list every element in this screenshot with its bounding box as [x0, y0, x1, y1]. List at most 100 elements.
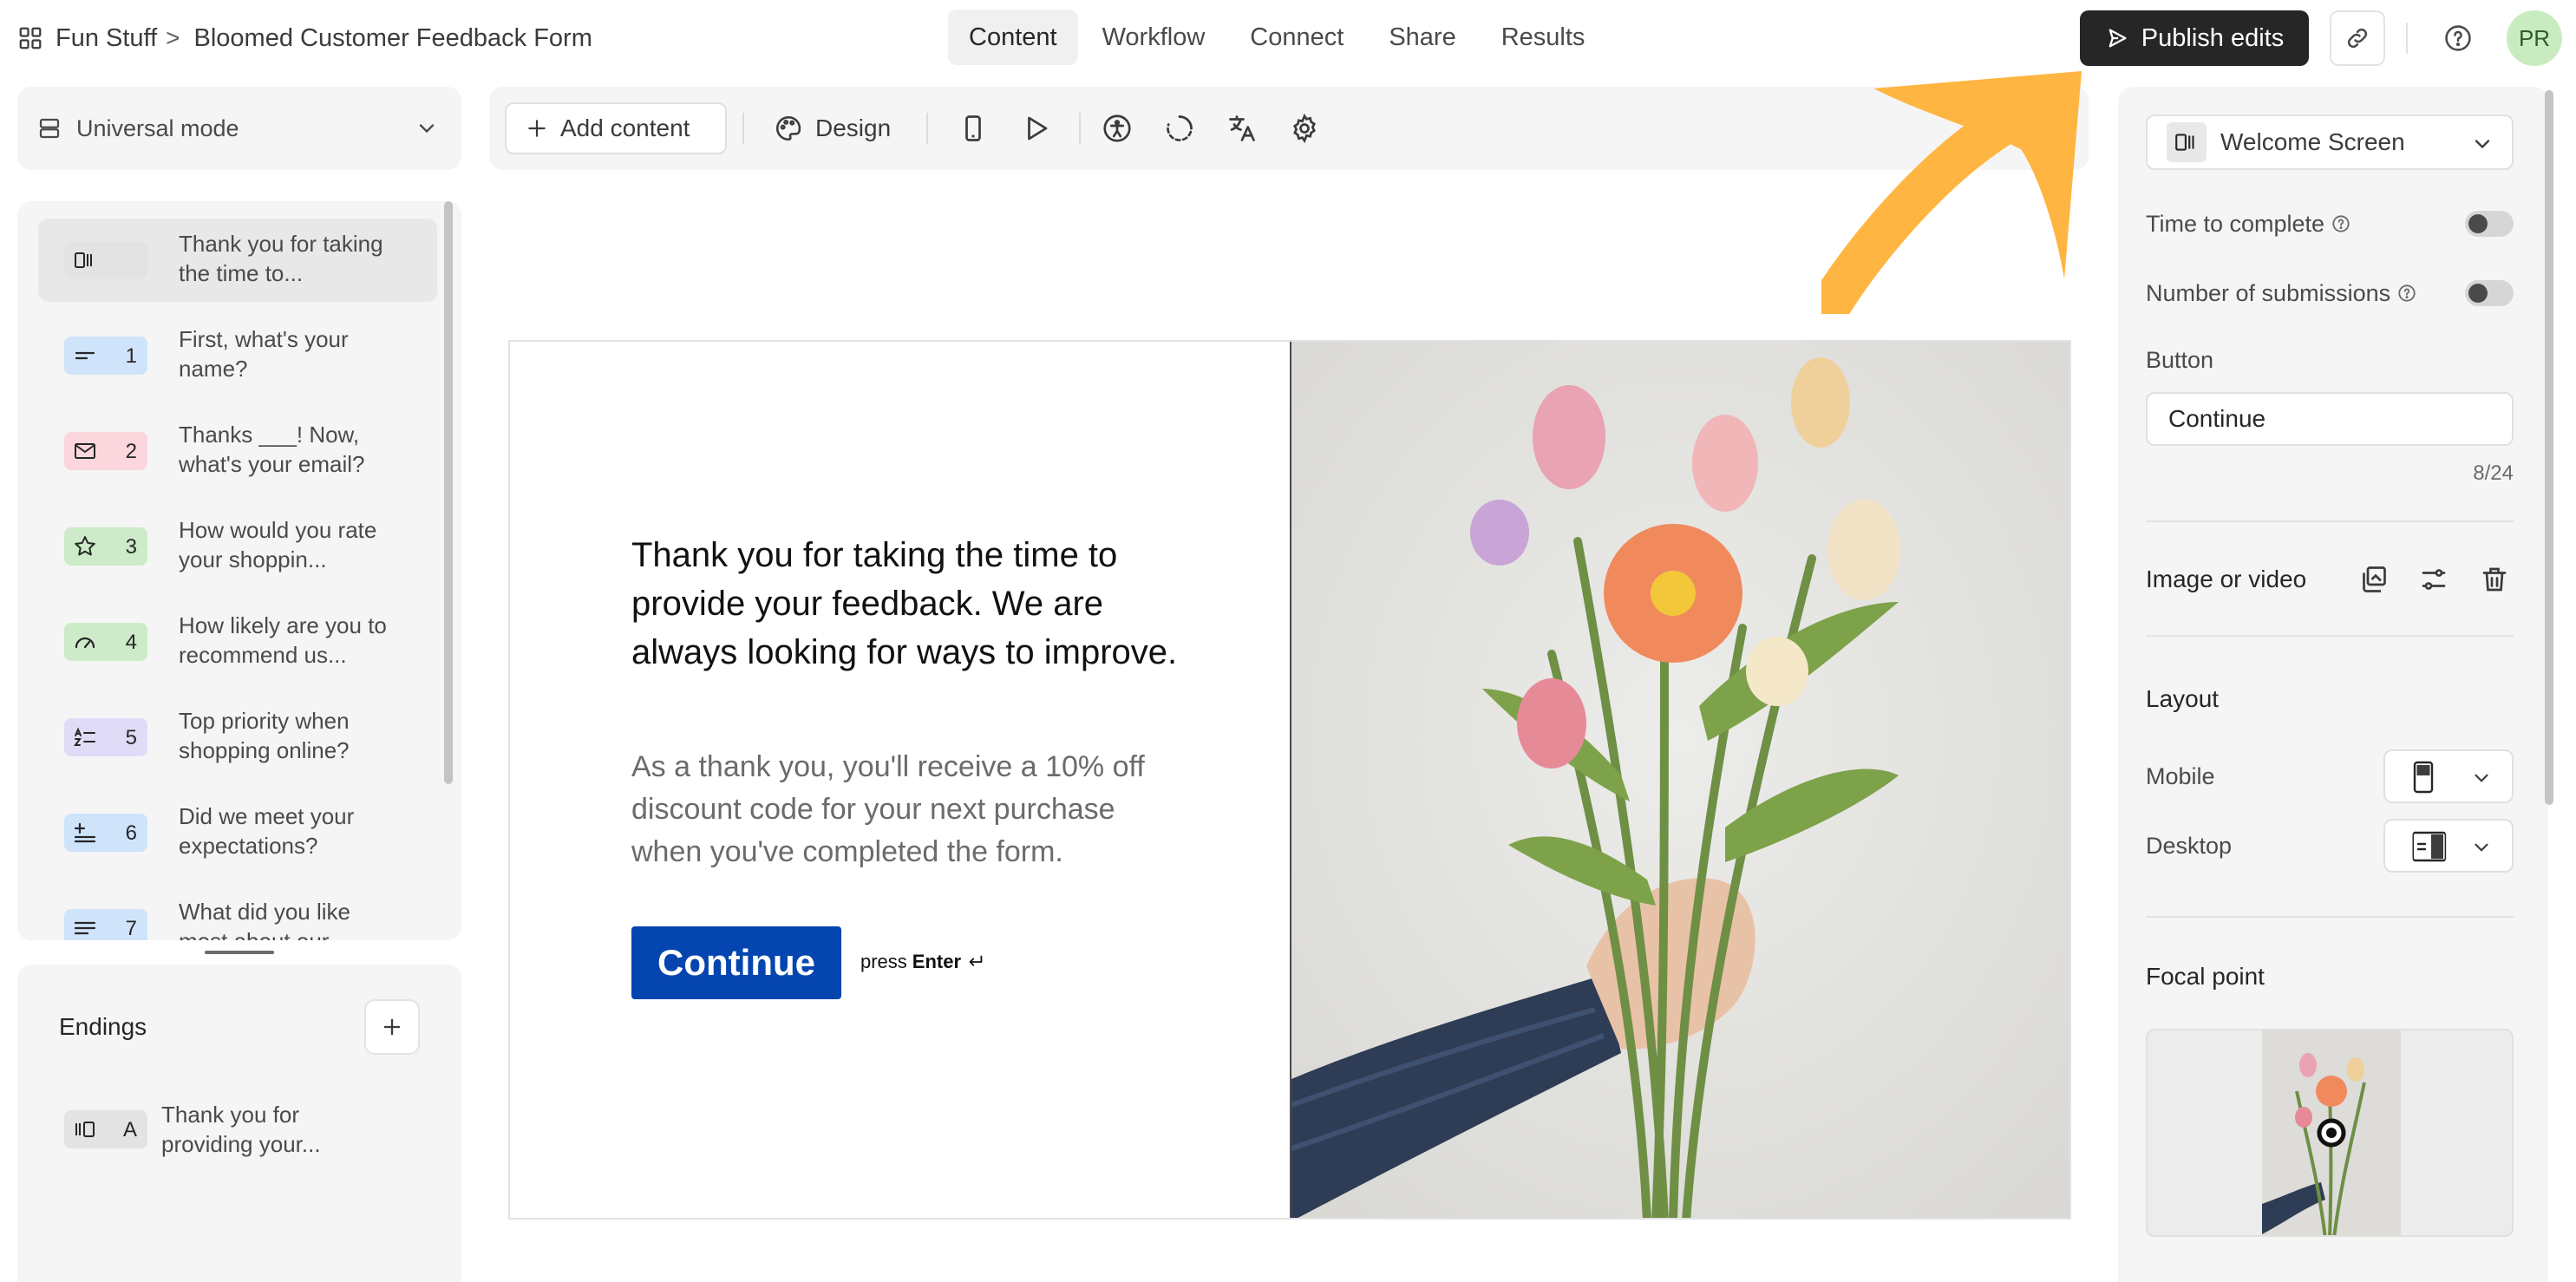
question-text[interactable]: Top priority when shopping online? — [179, 706, 404, 765]
welcome-headline[interactable]: Thank you for taking the time to provide… — [631, 531, 1187, 677]
toolbar-divider — [926, 113, 928, 144]
char-count: 8/24 — [2473, 461, 2514, 485]
mobile-layout-select[interactable] — [2383, 749, 2514, 803]
question-badge: 7 — [64, 909, 147, 940]
help-circle-icon[interactable] — [2439, 19, 2477, 57]
translate-icon[interactable] — [1226, 113, 1258, 144]
question-text[interactable]: First, what's your name? — [179, 324, 404, 383]
form-title[interactable]: Bloomed Customer Feedback Form — [194, 24, 592, 53]
toolbar-divider — [1079, 113, 1081, 144]
add-content-label: Add content — [560, 114, 690, 141]
mobile-layout-label: Mobile — [2146, 763, 2215, 789]
add-content-button[interactable]: Add content — [505, 102, 727, 154]
section-divider — [2146, 916, 2514, 918]
settings-icon[interactable] — [1289, 113, 1320, 144]
button-section-label: Button — [2146, 347, 2214, 373]
tab-share[interactable]: Share — [1368, 10, 1476, 65]
design-button[interactable]: Design — [774, 102, 891, 154]
mode-label: Universal mode — [76, 114, 239, 141]
add-ending-button[interactable] — [364, 999, 420, 1055]
enter-key-icon — [966, 952, 985, 971]
focal-point-title: Focal point — [2146, 963, 2265, 990]
breadcrumb: Fun Stuff > Bloomed Customer Feedback Fo… — [17, 19, 592, 57]
screen-type-select[interactable]: Welcome Screen — [2146, 114, 2514, 170]
link-icon — [2344, 25, 2370, 51]
button-text-input[interactable] — [2146, 392, 2514, 446]
workspace-link[interactable]: Fun Stuff — [56, 24, 157, 53]
mode-selector[interactable]: Universal mode — [17, 87, 461, 170]
copy-link-button[interactable] — [2330, 10, 2385, 66]
tab-content[interactable]: Content — [948, 10, 1078, 65]
question-badge: 2 — [64, 432, 147, 470]
properties-scrollbar[interactable] — [2545, 90, 2553, 805]
form-preview: Thank you for taking the time to provide… — [508, 340, 2071, 1220]
top-bar: Fun Stuff > Bloomed Customer Feedback Fo… — [0, 0, 2576, 76]
desktop-layout-label: Desktop — [2146, 833, 2233, 859]
continue-button[interactable]: Continue — [631, 926, 841, 999]
question-badge: 4 — [64, 623, 147, 661]
help-icon[interactable] — [2324, 214, 2350, 233]
question-list-scrollbar[interactable] — [444, 201, 453, 784]
question-list: Thank you for taking the time to... 1 Fi… — [17, 201, 461, 940]
welcome-screen-icon — [2167, 122, 2207, 162]
question-number: 6 — [125, 821, 137, 845]
plus-icon — [526, 117, 548, 140]
press-label: press — [860, 951, 907, 972]
question-text[interactable]: What did you like most about our... — [179, 897, 404, 940]
tab-connect[interactable]: Connect — [1229, 10, 1364, 65]
question-number: 3 — [125, 535, 137, 559]
loading-icon[interactable] — [1164, 113, 1195, 144]
welcome-description[interactable]: As a thank you, you'll receive a 10% off… — [631, 746, 1187, 873]
tab-results[interactable]: Results — [1481, 10, 1606, 65]
ending-text[interactable]: Thank you for providing your... — [161, 1100, 387, 1159]
toolbar-divider — [742, 113, 744, 144]
question-text[interactable]: How likely are you to recommend us... — [179, 611, 404, 670]
section-divider — [2146, 520, 2514, 522]
focal-point-picker[interactable] — [2146, 1029, 2514, 1237]
grid-icon[interactable] — [17, 25, 56, 51]
annotation-arrow — [1821, 71, 2082, 314]
ending-letter: A — [122, 1118, 137, 1141]
question-text[interactable]: Did we meet your expectations? — [179, 801, 404, 860]
submissions-label: Number of submissions — [2146, 279, 2391, 306]
time-to-complete-toggle[interactable] — [2465, 211, 2514, 237]
question-badge — [64, 241, 147, 279]
press-enter-hint: press Enter — [860, 951, 985, 973]
enter-label: Enter — [912, 951, 962, 972]
publish-edits-button[interactable]: Publish edits — [2080, 10, 2309, 66]
accessibility-icon[interactable] — [1102, 113, 1133, 144]
time-to-complete-row: Time to complete — [2146, 208, 2514, 239]
main-nav: Content Workflow Connect Share Results — [948, 10, 1605, 65]
tab-workflow[interactable]: Workflow — [1082, 10, 1226, 65]
desktop-layout-select[interactable] — [2383, 819, 2514, 873]
section-divider — [2146, 635, 2514, 637]
publish-edits-label: Publish edits — [2141, 23, 2285, 52]
help-icon[interactable] — [2390, 284, 2416, 303]
question-text[interactable]: How would you rate your shoppin... — [179, 515, 404, 574]
image-video-label: Image or video — [2146, 566, 2307, 592]
replace-image-icon[interactable] — [2357, 564, 2389, 595]
focal-thumbnail — [2148, 1030, 2512, 1235]
play-icon[interactable] — [1020, 113, 1051, 144]
bouquet-photo — [1291, 342, 2069, 1218]
design-label: Design — [815, 114, 892, 141]
layers-icon — [36, 115, 76, 141]
avatar[interactable]: PR — [2507, 10, 2562, 66]
adjust-icon[interactable] — [2418, 564, 2449, 595]
ending-badge: A — [64, 1110, 147, 1148]
question-badge: 5 — [64, 718, 147, 756]
question-badge: 6 — [64, 814, 147, 852]
panel-resize-handle[interactable] — [205, 951, 274, 954]
plus-icon — [380, 1015, 404, 1039]
question-number: 2 — [125, 440, 137, 463]
question-text[interactable]: Thanks ___! Now, what's your email? — [179, 420, 404, 479]
endings-title: Endings — [59, 1013, 147, 1040]
mobile-preview-icon[interactable] — [958, 113, 989, 144]
question-badge: 1 — [64, 337, 147, 375]
question-number: 7 — [125, 917, 137, 940]
screen-type-label: Welcome Screen — [2220, 128, 2405, 155]
question-text: Thank you for taking the time to... — [179, 231, 383, 286]
trash-icon[interactable] — [2479, 564, 2510, 595]
submissions-toggle[interactable] — [2465, 280, 2514, 306]
properties-panel: Welcome Screen Time to complete Number o… — [2118, 87, 2548, 1282]
